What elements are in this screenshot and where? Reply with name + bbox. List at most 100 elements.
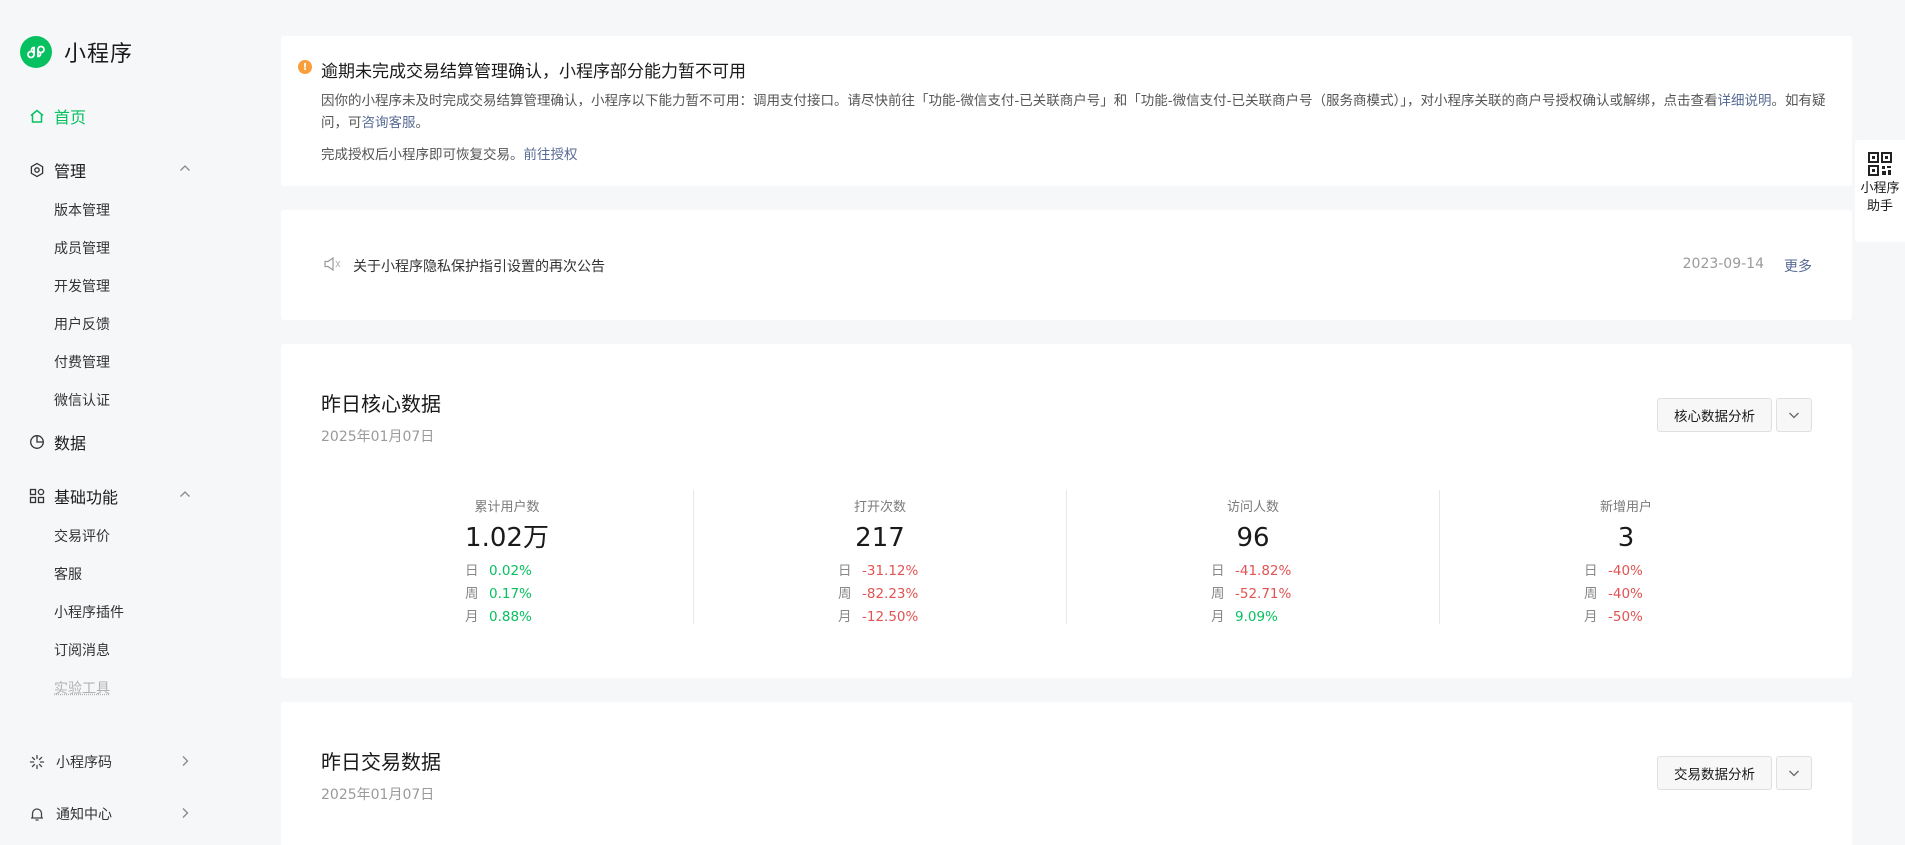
- settlement-alert-card: ! 逾期未完成交易结算管理确认，小程序部分能力暂不可用 因你的小程序未及时完成交…: [281, 36, 1852, 186]
- stat-value: 1.02万: [321, 521, 693, 555]
- period-label: 日: [838, 560, 862, 583]
- stat-label: 打开次数: [694, 496, 1066, 515]
- details-link[interactable]: 详细说明: [1717, 93, 1771, 109]
- change-value: 9.09%: [1235, 606, 1278, 629]
- nav-notify-label: 通知中心: [56, 804, 112, 824]
- chevron-right-icon: [178, 754, 192, 772]
- period-label: 月: [1211, 606, 1235, 629]
- stat-new-users: 新增用户 3 日 -40% 周 -40% 月 -50%: [1440, 490, 1812, 624]
- alert-title: 逾期未完成交易结算管理确认，小程序部分能力暂不可用: [321, 57, 746, 82]
- announcement-card: 关于小程序隐私保护指引设置的再次公告 2023-09-14 更多: [281, 210, 1852, 320]
- nav-user-feedback[interactable]: 用户反馈: [54, 314, 110, 334]
- alert-desc-end: 。: [416, 115, 430, 131]
- stat-label: 访问人数: [1067, 496, 1439, 515]
- core-data-title: 昨日核心数据: [321, 388, 441, 417]
- period-label: 周: [1584, 583, 1608, 606]
- assistant-label-line1: 小程序: [1855, 180, 1905, 198]
- change-value: -52.71%: [1235, 583, 1291, 606]
- warning-icon: !: [298, 60, 312, 74]
- nav-notify-center[interactable]: 通知中心: [28, 804, 112, 824]
- period-label: 月: [1584, 606, 1608, 629]
- stat-total-users: 累计用户数 1.02万 日 0.02% 周 0.17% 月 0.88%: [321, 490, 694, 624]
- period-label: 日: [1211, 560, 1235, 583]
- period-label: 周: [465, 583, 489, 606]
- change-value: 0.88%: [489, 606, 532, 629]
- alert-note-text: 完成授权后小程序即可恢复交易。: [321, 147, 524, 163]
- change-value: -31.12%: [862, 560, 918, 583]
- alert-description: 因你的小程序未及时完成交易结算管理确认，小程序以下能力暂不可用：调用支付接口。请…: [321, 90, 1831, 134]
- period-label: 月: [465, 606, 489, 629]
- nav-lab-tools[interactable]: 实验工具: [54, 678, 110, 698]
- trade-dropdown-button[interactable]: [1776, 756, 1812, 790]
- core-data-card: 昨日核心数据 2025年01月07日 核心数据分析 累计用户数 1.02万 日0…: [281, 344, 1852, 678]
- chevron-right-icon: [178, 806, 192, 824]
- stat-label: 累计用户数: [321, 496, 693, 515]
- change-value: 0.02%: [489, 560, 532, 583]
- announcement-date: 2023-09-14: [1683, 256, 1764, 272]
- trade-data-card: 昨日交易数据 2025年01月07日 交易数据分析: [281, 702, 1852, 845]
- brand-name: 小程序: [64, 36, 133, 68]
- brand[interactable]: 小程序: [20, 36, 133, 68]
- assistant-label-line2: 助手: [1855, 198, 1905, 216]
- change-value: -40%: [1608, 583, 1643, 606]
- mini-program-assistant[interactable]: 小程序 助手: [1855, 140, 1905, 242]
- bell-icon: [28, 805, 46, 823]
- contact-service-link[interactable]: 咨询客服: [362, 115, 416, 131]
- chevron-up-icon[interactable]: [178, 486, 192, 505]
- change-value: -12.50%: [862, 606, 918, 629]
- chevron-down-icon: [1787, 766, 1801, 780]
- grid-icon: [28, 487, 46, 505]
- hexagon-icon: [28, 161, 46, 179]
- sidebar: 小程序 首页 管理 版本管理 成员管理 开发管理 用户反馈 付费管理 微信认证 …: [0, 0, 230, 845]
- nav-wechat-verify[interactable]: 微信认证: [54, 390, 110, 410]
- chevron-up-icon[interactable]: [178, 160, 192, 179]
- trade-data-date: 2025年01月07日: [321, 784, 434, 804]
- more-link[interactable]: 更多: [1784, 256, 1812, 276]
- nav-plugins[interactable]: 小程序插件: [54, 602, 124, 622]
- core-analysis-button[interactable]: 核心数据分析: [1657, 398, 1772, 432]
- core-dropdown-button[interactable]: [1776, 398, 1812, 432]
- trade-data-title: 昨日交易数据: [321, 746, 441, 775]
- period-label: 周: [1211, 583, 1235, 606]
- change-value: -40%: [1608, 560, 1643, 583]
- nav-trade-review[interactable]: 交易评价: [54, 526, 110, 546]
- nav-basic-features-label: 基础功能: [54, 484, 118, 508]
- sun-code-icon: [28, 753, 46, 771]
- go-authorize-link[interactable]: 前往授权: [524, 147, 578, 163]
- alert-desc-text: 因你的小程序未及时完成交易结算管理确认，小程序以下能力暂不可用：调用支付接口。请…: [321, 93, 1717, 109]
- change-value: -82.23%: [862, 583, 918, 606]
- announcement-link[interactable]: 关于小程序隐私保护指引设置的再次公告: [353, 256, 605, 276]
- nav-home-label: 首页: [54, 104, 86, 128]
- nav-data-label: 数据: [54, 430, 86, 454]
- nav-basic-features[interactable]: 基础功能: [28, 484, 118, 508]
- period-label: 日: [465, 560, 489, 583]
- nav-pay-manage[interactable]: 付费管理: [54, 352, 110, 372]
- stat-visitors: 访问人数 96 日 -41.82% 周 -52.71% 月 9.09%: [1067, 490, 1440, 624]
- nav-qrcode[interactable]: 小程序码: [28, 752, 112, 772]
- stat-opens: 打开次数 217 日 -31.12% 周 -82.23% 月 -12.50%: [694, 490, 1067, 624]
- core-stats: 累计用户数 1.02万 日 0.02% 周 0.17% 月 0.88% 打开次数 21…: [321, 490, 1812, 624]
- nav-subscribe-msg[interactable]: 订阅消息: [54, 640, 110, 660]
- nav-home[interactable]: 首页: [28, 104, 86, 128]
- nav-data[interactable]: 数据: [28, 430, 86, 454]
- nav-customer-service[interactable]: 客服: [54, 564, 82, 584]
- trade-analysis-button[interactable]: 交易数据分析: [1657, 756, 1772, 790]
- qr-code-icon: [1868, 152, 1892, 176]
- core-data-date: 2025年01月07日: [321, 426, 434, 446]
- nav-version-manage[interactable]: 版本管理: [54, 200, 110, 220]
- nav-manage-label: 管理: [54, 158, 86, 182]
- nav-manage[interactable]: 管理: [28, 158, 86, 182]
- home-icon: [28, 107, 46, 125]
- mini-program-logo-icon: [20, 36, 52, 68]
- period-label: 周: [838, 583, 862, 606]
- nav-dev-manage[interactable]: 开发管理: [54, 276, 110, 296]
- stat-value: 217: [694, 521, 1066, 555]
- period-label: 日: [1584, 560, 1608, 583]
- change-value: -50%: [1608, 606, 1643, 629]
- nav-member-manage[interactable]: 成员管理: [54, 238, 110, 258]
- stat-value: 3: [1440, 521, 1812, 555]
- change-value: -41.82%: [1235, 560, 1291, 583]
- nav-qrcode-label: 小程序码: [56, 752, 112, 772]
- stat-value: 96: [1067, 521, 1439, 555]
- pie-chart-icon: [28, 433, 46, 451]
